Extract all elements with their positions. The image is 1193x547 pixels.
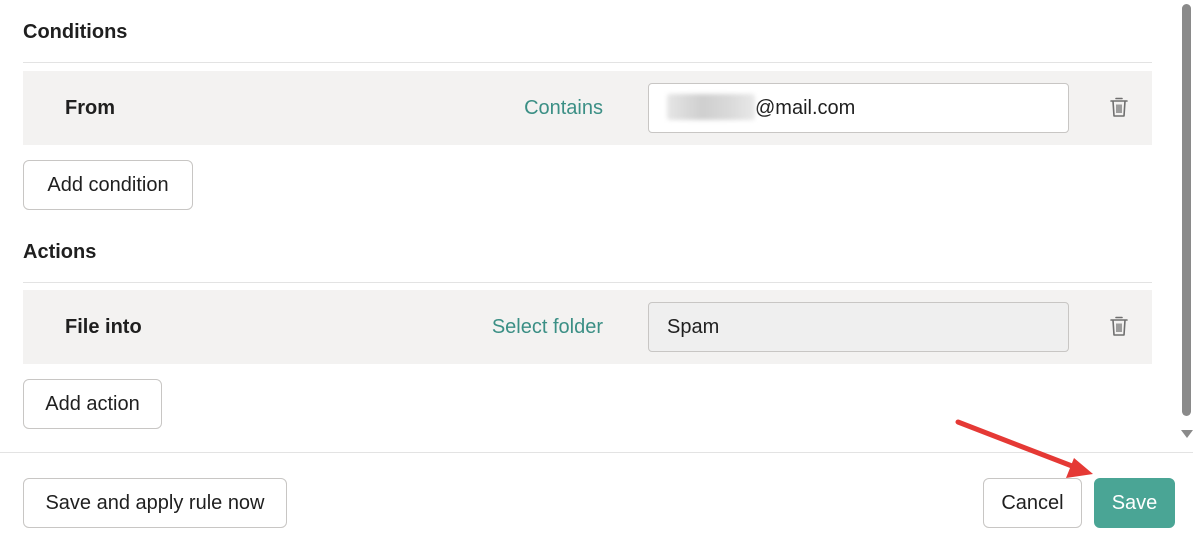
rule-editor-scroll-area: Conditions From Contains @mail.com Add c…	[0, 0, 1193, 452]
action-folder-field[interactable]: Spam	[648, 302, 1069, 352]
actions-divider	[23, 282, 1152, 283]
scroll-down-arrow-icon[interactable]	[1181, 430, 1193, 438]
condition-operator-link[interactable]: Contains	[524, 71, 603, 145]
save-and-apply-button[interactable]: Save and apply rule now	[23, 478, 287, 528]
conditions-heading: Conditions	[23, 21, 128, 43]
trash-icon[interactable]	[1109, 315, 1129, 337]
scrollbar-thumb[interactable]	[1182, 4, 1191, 416]
trash-icon[interactable]	[1109, 96, 1129, 118]
redacted-text	[667, 93, 755, 120]
conditions-divider	[23, 62, 1152, 63]
actions-heading: Actions	[23, 241, 97, 263]
action-row: File into Select folder Spam	[23, 290, 1152, 364]
condition-value-input[interactable]: @mail.com	[648, 83, 1069, 133]
cancel-button[interactable]: Cancel	[983, 478, 1082, 528]
condition-row: From Contains @mail.com	[23, 71, 1152, 145]
footer-divider	[0, 452, 1193, 453]
condition-field-label: From	[65, 97, 115, 119]
save-button[interactable]: Save	[1094, 478, 1175, 528]
add-action-button[interactable]: Add action	[23, 379, 162, 429]
vertical-scrollbar[interactable]	[1179, 0, 1193, 452]
condition-value-text: @mail.com	[755, 97, 856, 119]
add-condition-button[interactable]: Add condition	[23, 160, 193, 210]
action-operator-link[interactable]: Select folder	[492, 290, 603, 364]
action-field-label: File into	[65, 316, 142, 338]
